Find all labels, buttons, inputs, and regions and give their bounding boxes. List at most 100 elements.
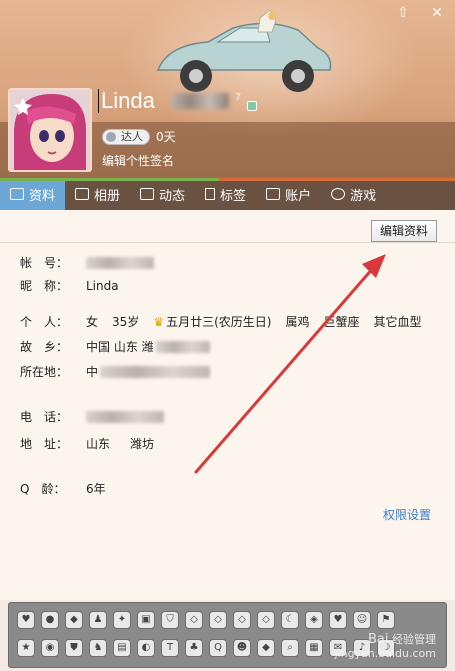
face-badge-icon[interactable]: ☺	[353, 611, 371, 629]
tab-feed[interactable]: 动态	[130, 178, 195, 210]
profile-name[interactable]: Linda	[101, 88, 155, 114]
tab-account[interactable]: 账户	[256, 178, 321, 210]
heart-badge-icon[interactable]: ♥	[329, 611, 347, 629]
avatar[interactable]	[8, 88, 92, 172]
field-label: 个 人：	[20, 315, 69, 329]
zodiac-value: 属鸡	[285, 315, 310, 329]
person-badge-icon[interactable]: ♟	[89, 611, 107, 629]
star-badge-icon[interactable]: ✦	[113, 611, 131, 629]
field-label: 所在地：	[20, 365, 69, 379]
gem-badge-icon[interactable]: ◇	[257, 611, 275, 629]
address-province: 山东	[86, 437, 111, 451]
nickname-value: Linda	[86, 278, 119, 293]
field-label: 电 话：	[20, 410, 69, 424]
pet-badge-icon[interactable]: ♞	[89, 639, 107, 657]
blurred-hometown-detail	[155, 340, 210, 353]
level-line: 达人 0天	[102, 128, 176, 145]
signature-editor[interactable]: 编辑个性签名	[102, 152, 174, 169]
feed-list-icon	[140, 188, 155, 200]
blurred-location-detail	[100, 365, 211, 378]
tab-games[interactable]: 游戏	[321, 178, 386, 210]
watermark-brand: Bai	[368, 632, 389, 647]
monkey-badge-icon[interactable]: ☻	[233, 639, 251, 657]
window-controls: ⇧ ✕	[393, 4, 447, 22]
tab-tags[interactable]: 标签	[195, 178, 256, 210]
blurred-name-detail	[170, 93, 229, 109]
crystal-badge-icon[interactable]: ◈	[305, 611, 323, 629]
field-label: Q 龄：	[20, 482, 66, 496]
upload-icon[interactable]: ⇧	[393, 4, 413, 22]
diamond-badge-icon[interactable]: ◆	[257, 639, 275, 657]
address-city: 潍坊	[130, 437, 155, 451]
close-icon[interactable]: ✕	[427, 4, 447, 22]
text-cursor	[98, 89, 99, 113]
photo-icon	[75, 188, 90, 200]
profile-tabs: 资料 相册 动态 标签 账户 游戏	[0, 178, 455, 210]
field-label: 帐 号：	[20, 256, 69, 270]
online-status-icon	[247, 101, 258, 111]
gem-badge-icon[interactable]: ◇	[233, 611, 251, 629]
field-account: 帐 号：	[20, 254, 154, 271]
game-badge-icon[interactable]: ♣	[185, 639, 203, 657]
field-label: 故 乡：	[20, 340, 69, 354]
blurred-account-value	[86, 256, 154, 269]
field-phone: 电 话：	[20, 408, 164, 425]
tshield-badge-icon[interactable]: T	[161, 639, 179, 657]
birthday-value: ♛ 五月廿三(农历生日)	[153, 313, 271, 330]
tab-label: 资料	[29, 188, 56, 204]
star-badge-icon[interactable]: ★	[17, 639, 35, 657]
tab-label: 动态	[159, 188, 186, 204]
gender-value: 女	[86, 315, 99, 329]
permission-settings-link[interactable]: 权限设置	[383, 506, 431, 523]
age-value: 35岁	[112, 315, 140, 329]
flag-badge-icon[interactable]: ⚑	[377, 611, 395, 629]
profile-card-icon	[10, 188, 24, 200]
penguin-badge-icon[interactable]: ●	[41, 611, 59, 629]
badge-bar: ♥ ● ◆ ♟ ✦ ▣ ⛉ ◇ ◇ ◇ ◇ ☾ ◈ ♥ ☺ ⚑ ★ ◉ ⛊ ♞ …	[8, 602, 447, 668]
name-suffix: 7	[234, 91, 242, 103]
search-badge-icon[interactable]: ⌕	[281, 639, 299, 657]
badge-row-1: ♥ ● ◆ ♟ ✦ ▣ ⛉ ◇ ◇ ◇ ◇ ☾ ◈ ♥ ☺ ⚑	[17, 611, 395, 629]
field-location: 所在地： 中	[20, 363, 211, 380]
watermark: Bai 经验管理 jingyan.baidu.com	[334, 633, 436, 661]
camera-badge-icon[interactable]: ◉	[41, 639, 59, 657]
game-icon	[331, 188, 346, 200]
constellation-value: 巨蟹座	[323, 315, 360, 329]
gem-badge-icon[interactable]: ◇	[209, 611, 227, 629]
cow-badge-icon[interactable]: ◐	[137, 639, 155, 657]
field-q-age: Q 龄： 6年	[20, 480, 106, 497]
profile-name-line: Linda 7	[98, 88, 258, 114]
field-nickname: 昵 称： Linda	[20, 277, 119, 294]
moon-badge-icon[interactable]: ☾	[281, 611, 299, 629]
level-badge[interactable]: 达人	[102, 128, 150, 145]
app-badge-icon[interactable]: ▦	[305, 639, 323, 657]
field-label: 地 址：	[20, 437, 69, 451]
blurred-phone-value	[86, 410, 164, 423]
wallet-icon	[266, 188, 281, 200]
divider	[0, 242, 455, 243]
diamond-badge-icon[interactable]: ◆	[65, 611, 83, 629]
gem-badge-icon[interactable]: ◇	[185, 611, 203, 629]
tab-album[interactable]: 相册	[65, 178, 130, 210]
tab-profile[interactable]: 资料	[0, 178, 66, 210]
field-personal: 个 人： 女 35岁 ♛ 五月廿三(农历生日) 属鸡 巨蟹座 其它血型	[20, 313, 421, 330]
tab-label: 账户	[285, 188, 312, 204]
profile-details-panel: 编辑资料 帐 号： 昵 称： Linda 个 人： 女 35岁 ♛ 五月廿三(农历…	[0, 210, 455, 600]
q-age-value: 6年	[86, 482, 106, 496]
tab-label: 相册	[94, 188, 121, 204]
avatar-cartoon-girl-icon	[10, 90, 90, 170]
field-hometown: 故 乡： 中国 山东 潍	[20, 338, 210, 355]
tab-label: 游戏	[350, 188, 377, 204]
shield-badge-icon[interactable]: ⛊	[65, 639, 83, 657]
shield-badge-icon[interactable]: ⛉	[161, 611, 179, 629]
location-value: 中	[86, 365, 99, 379]
birthday-text: 五月廿三(农历生日)	[166, 315, 272, 329]
bookmark-icon	[205, 188, 216, 200]
edit-profile-button[interactable]: 编辑资料	[370, 220, 437, 242]
watermark-caption: 经验管理	[392, 633, 436, 646]
heart-badge-icon[interactable]: ♥	[17, 611, 35, 629]
qq-badge-icon[interactable]: Q	[209, 639, 227, 657]
blood-type-value: 其它血型	[373, 315, 422, 329]
robot-badge-icon[interactable]: ▣	[137, 611, 155, 629]
chest-badge-icon[interactable]: ▤	[113, 639, 131, 657]
